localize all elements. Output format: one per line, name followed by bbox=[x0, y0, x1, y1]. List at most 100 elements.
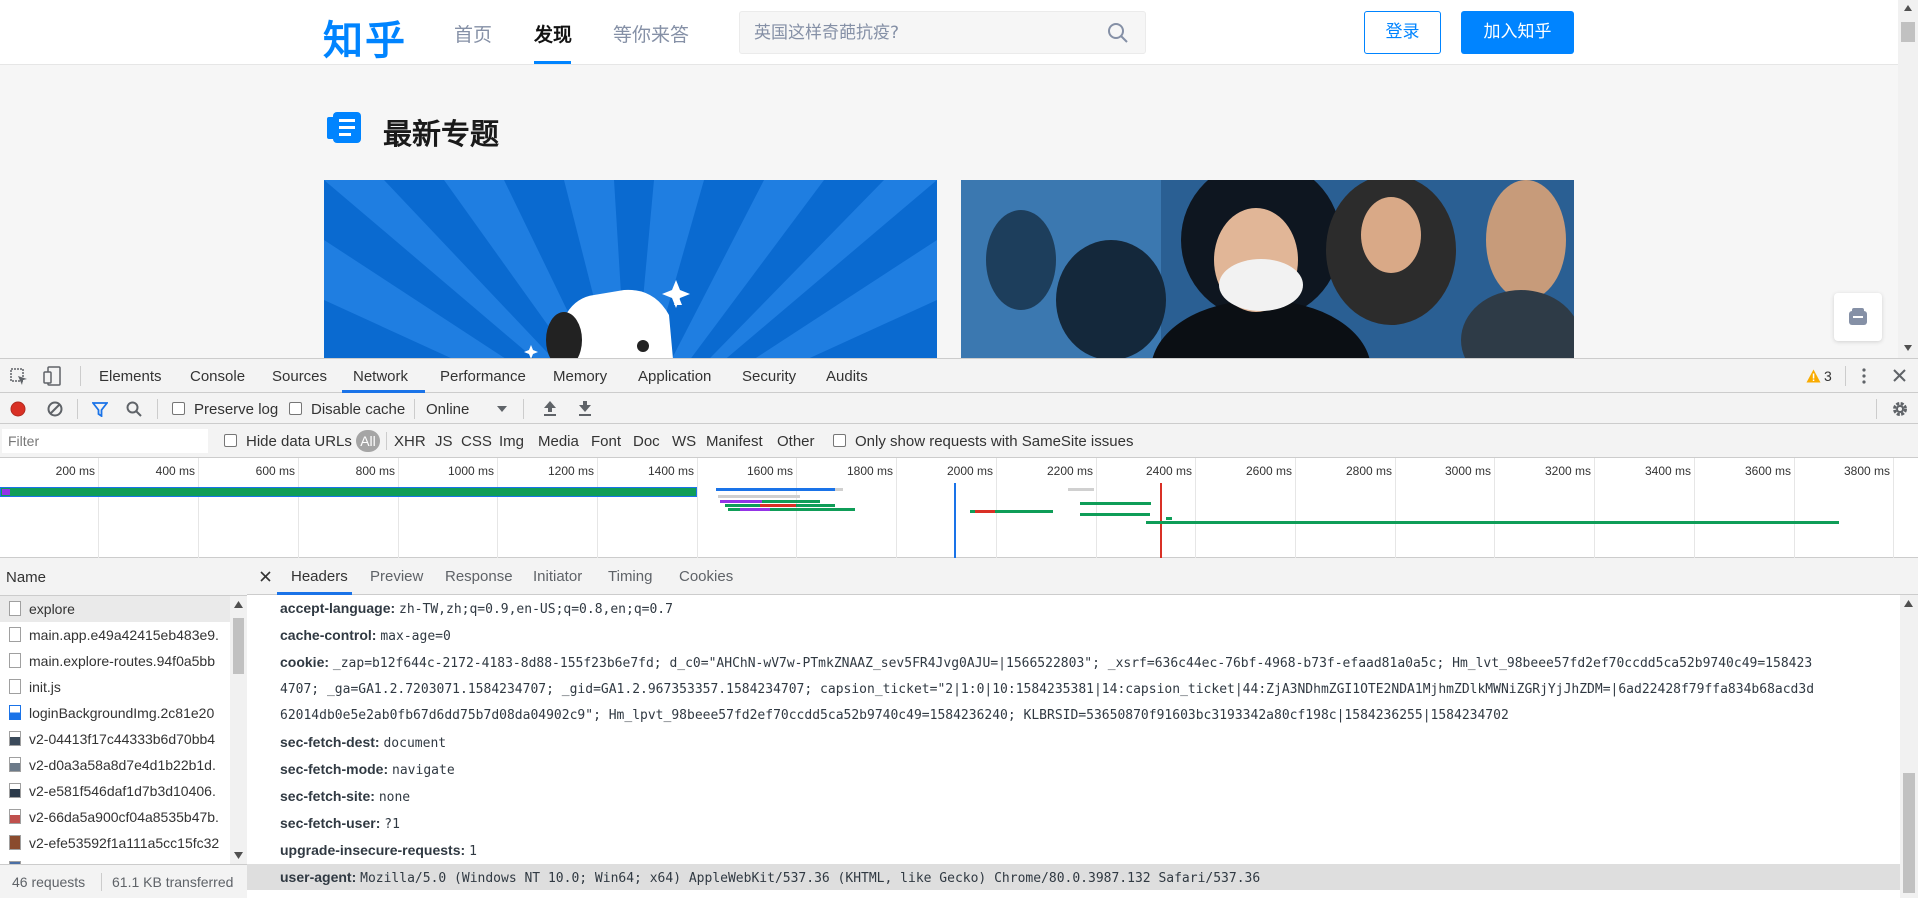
tick-line bbox=[697, 458, 698, 558]
tab-preview[interactable]: Preview bbox=[370, 568, 423, 585]
warning-icon[interactable] bbox=[1806, 369, 1821, 383]
clear-icon[interactable] bbox=[47, 401, 63, 417]
name-column-header[interactable]: Name bbox=[0, 558, 247, 596]
throttling-select[interactable]: Online bbox=[426, 401, 469, 418]
inspect-element-icon[interactable] bbox=[10, 368, 28, 386]
page-scrollbar[interactable] bbox=[1898, 0, 1918, 358]
request-row[interactable]: v2-efe53592f1a111a5cc15fc32 bbox=[0, 830, 230, 856]
import-har-icon[interactable] bbox=[543, 400, 557, 417]
request-row[interactable]: v2-e581f546daf1d7b3d10406. bbox=[0, 778, 230, 804]
search-input[interactable] bbox=[754, 12, 1104, 53]
type-filter-css[interactable]: CSS bbox=[461, 433, 492, 450]
site-logo[interactable]: 知乎 bbox=[323, 8, 407, 66]
tab-memory[interactable]: Memory bbox=[553, 368, 607, 385]
scroll-down-arrow-icon[interactable] bbox=[234, 852, 243, 859]
tab-security[interactable]: Security bbox=[742, 368, 796, 385]
type-filter-doc[interactable]: Doc bbox=[633, 433, 660, 450]
type-filter-media[interactable]: Media bbox=[538, 433, 579, 450]
header-row: cookie: _zap=b12f644c-2172-4183-8d88-155… bbox=[280, 654, 1812, 671]
warning-count[interactable]: 3 bbox=[1824, 368, 1832, 384]
topic-card-photo[interactable] bbox=[961, 180, 1574, 358]
request-list-scrollbar-thumb[interactable] bbox=[233, 618, 244, 674]
more-options-icon[interactable] bbox=[1862, 368, 1866, 384]
type-filter-other[interactable]: Other bbox=[777, 433, 815, 450]
tab-elements[interactable]: Elements bbox=[99, 368, 162, 385]
topic-card-image[interactable] bbox=[324, 180, 937, 358]
tab-sources[interactable]: Sources bbox=[272, 368, 327, 385]
type-filter-all[interactable]: All bbox=[356, 430, 380, 452]
tab-console[interactable]: Console bbox=[190, 368, 245, 385]
header-row: upgrade-insecure-requests: 1 bbox=[280, 842, 477, 859]
type-filter-ws[interactable]: WS bbox=[672, 433, 696, 450]
request-row[interactable]: main.app.e49a42415eb483e9. bbox=[0, 622, 230, 648]
gear-icon[interactable] bbox=[1891, 400, 1909, 418]
search-icon[interactable] bbox=[1107, 22, 1129, 44]
login-button[interactable]: 登录 bbox=[1364, 11, 1441, 54]
type-filter-xhr[interactable]: XHR bbox=[394, 433, 426, 450]
request-row[interactable]: explore bbox=[0, 596, 230, 622]
scroll-up-arrow-icon[interactable] bbox=[1904, 600, 1913, 607]
header-name: accept-language: bbox=[280, 600, 396, 616]
samesite-checkbox[interactable] bbox=[833, 434, 846, 447]
tick-line bbox=[1794, 458, 1795, 558]
tick-label: 1400 ms bbox=[647, 464, 694, 478]
disable-cache-checkbox[interactable] bbox=[289, 402, 302, 415]
join-button[interactable]: 加入知乎 bbox=[1461, 11, 1574, 54]
request-row[interactable]: v2-d0a3a58a8d7e4d1b22b1d. bbox=[0, 752, 230, 778]
request-row[interactable]: v2-66da5a900cf04a8535b47b. bbox=[0, 804, 230, 830]
tab-audits[interactable]: Audits bbox=[826, 368, 868, 385]
scroll-up-arrow-icon[interactable] bbox=[1903, 4, 1913, 12]
preserve-log-checkbox[interactable] bbox=[172, 402, 185, 415]
request-row[interactable]: init.js bbox=[0, 674, 230, 700]
divider bbox=[1876, 399, 1877, 419]
close-devtools-icon[interactable] bbox=[1893, 369, 1906, 382]
request-row[interactable]: v2-39de8403392a241c558dc3 bbox=[0, 856, 230, 864]
request-row[interactable]: main.explore-routes.94f0a5bb bbox=[0, 648, 230, 674]
tick-line bbox=[1295, 458, 1296, 558]
tab-timing[interactable]: Timing bbox=[608, 568, 652, 585]
type-filter-js[interactable]: JS bbox=[435, 433, 453, 450]
filter-input[interactable] bbox=[2, 429, 208, 453]
type-filter-manifest[interactable]: Manifest bbox=[706, 433, 763, 450]
export-har-icon[interactable] bbox=[578, 400, 592, 417]
request-row[interactable]: loginBackgroundImg.2c81e20 bbox=[0, 700, 230, 726]
header-value: _zap=b12f644c-2172-4183-8d88-155f23b6e7f… bbox=[332, 656, 1813, 671]
request-list-scrollbar[interactable] bbox=[230, 596, 247, 864]
tab-application[interactable]: Application bbox=[638, 368, 711, 385]
samesite-label[interactable]: Only show requests with SameSite issues bbox=[855, 433, 1133, 450]
nav-home[interactable]: 首页 bbox=[454, 20, 492, 47]
tab-initiator[interactable]: Initiator bbox=[533, 568, 582, 585]
page-scrollbar-thumb[interactable] bbox=[1901, 22, 1915, 42]
filter-icon[interactable] bbox=[92, 401, 108, 417]
request-row[interactable]: v2-04413f17c44333b6d70bb4 bbox=[0, 726, 230, 752]
tab-network[interactable]: Network bbox=[353, 368, 408, 385]
chevron-down-icon[interactable] bbox=[497, 406, 507, 413]
hide-data-urls-label[interactable]: Hide data URLs bbox=[246, 433, 352, 450]
search-box[interactable] bbox=[739, 11, 1146, 54]
tab-response[interactable]: Response bbox=[445, 568, 513, 585]
hide-data-urls-checkbox[interactable] bbox=[224, 434, 237, 447]
network-overview-timeline[interactable]: 200 ms 400 ms 600 ms 800 ms 1000 ms 1200… bbox=[0, 458, 1918, 558]
nav-waiting-answers[interactable]: 等你来答 bbox=[613, 20, 689, 47]
tab-cookies[interactable]: Cookies bbox=[679, 568, 733, 585]
tick-label: 3800 ms bbox=[1843, 464, 1890, 478]
tab-headers[interactable]: Headers bbox=[291, 568, 348, 585]
back-to-top-button[interactable] bbox=[1834, 293, 1882, 341]
waterfall-bar bbox=[0, 487, 697, 497]
search-icon[interactable] bbox=[126, 401, 142, 417]
disable-cache-label[interactable]: Disable cache bbox=[311, 401, 405, 418]
tab-performance[interactable]: Performance bbox=[440, 368, 526, 385]
detail-scrollbar[interactable] bbox=[1900, 595, 1918, 898]
waterfall-bar bbox=[1080, 502, 1151, 505]
request-name: explore bbox=[29, 601, 75, 617]
device-toolbar-icon[interactable] bbox=[43, 366, 61, 386]
scroll-down-arrow-icon[interactable] bbox=[1903, 344, 1913, 352]
detail-scrollbar-thumb[interactable] bbox=[1903, 773, 1915, 893]
scroll-up-arrow-icon[interactable] bbox=[234, 601, 243, 608]
type-filter-font[interactable]: Font bbox=[591, 433, 621, 450]
preserve-log-label[interactable]: Preserve log bbox=[194, 401, 278, 418]
close-detail-icon[interactable] bbox=[260, 571, 271, 582]
nav-explore[interactable]: 发现 bbox=[534, 20, 572, 47]
record-icon[interactable] bbox=[10, 401, 26, 417]
type-filter-img[interactable]: Img bbox=[499, 433, 524, 450]
